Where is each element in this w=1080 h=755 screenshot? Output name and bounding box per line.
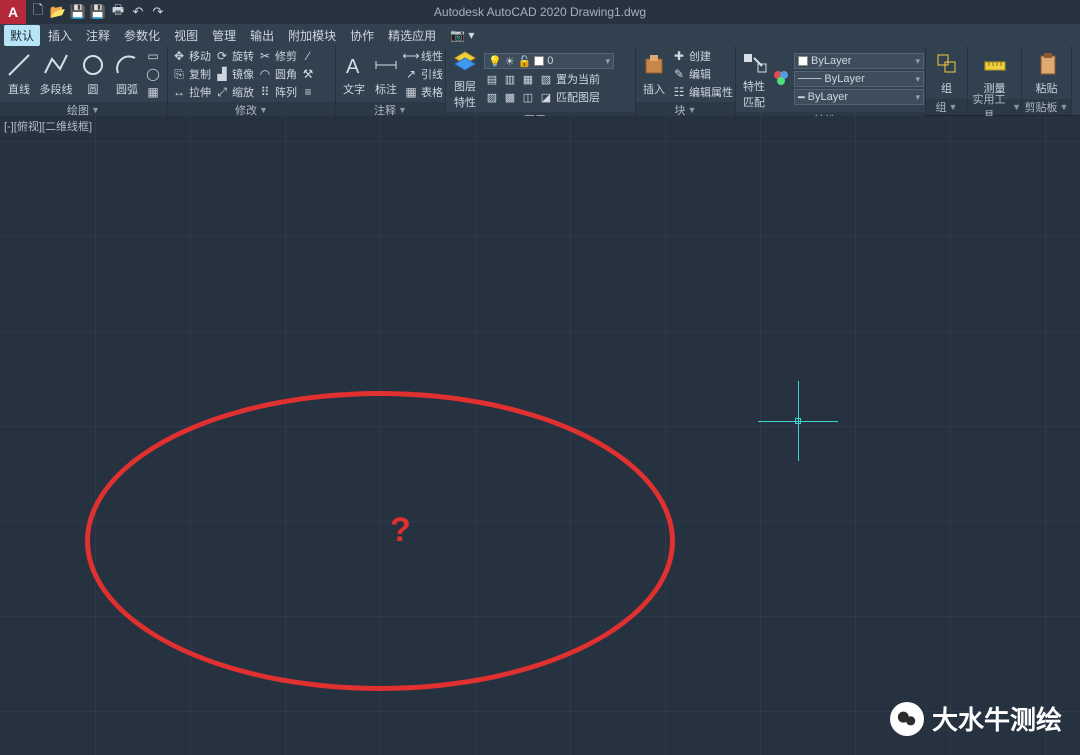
ribbon: 直线 多段线 圆 圆弧 ▭ ◯ ▦ 绘图▼ ✥: [0, 46, 1080, 116]
leader-button[interactable]: ↗引线: [404, 66, 443, 82]
fillet-button[interactable]: ◠圆角: [258, 66, 297, 82]
wechat-icon: [890, 702, 924, 736]
array-button[interactable]: ⠿阵列: [258, 84, 297, 100]
match-layer-button[interactable]: 匹配图层: [556, 89, 600, 105]
bulb-icon: 💡: [488, 55, 502, 68]
paste-button[interactable]: 粘贴: [1032, 50, 1062, 96]
modify-extra-icons: ∕ ⚒ ≡: [301, 48, 315, 100]
layer-icon-1[interactable]: ▤: [484, 71, 500, 87]
copy-button[interactable]: ⎘复制: [172, 66, 211, 82]
layer-name: 0: [547, 55, 553, 67]
polyline-button[interactable]: 多段线: [38, 48, 74, 100]
linetype-dropdown[interactable]: ───ByLayer: [794, 71, 924, 87]
layer-icon-2[interactable]: ▥: [502, 71, 518, 87]
panel-group-title[interactable]: 组▼: [926, 99, 967, 115]
panel-utility: 测量 实用工具▼: [968, 46, 1022, 115]
offset-icon[interactable]: ≡: [301, 84, 315, 100]
annotation-ellipse: [85, 391, 675, 691]
trim-button[interactable]: ✂修剪: [258, 48, 297, 64]
rect-icon[interactable]: ▭: [146, 48, 160, 64]
stretch-button[interactable]: ↔拉伸: [172, 84, 211, 100]
saveas-icon[interactable]: 💾: [90, 4, 106, 20]
annotation-question-mark: ?: [390, 511, 411, 550]
group-button[interactable]: 组: [932, 50, 962, 96]
create-block-button[interactable]: ✚创建: [672, 48, 733, 64]
insert-block-button[interactable]: 插入: [640, 48, 668, 100]
match-props-button[interactable]: 特性 匹配: [740, 48, 768, 110]
line-button[interactable]: 直线: [4, 48, 34, 100]
crosshair-cursor: [758, 381, 838, 461]
layer-icon-3[interactable]: ▦: [520, 71, 536, 87]
undo-icon[interactable]: ↶: [130, 4, 146, 20]
edit-block-button[interactable]: ✎编辑: [672, 66, 733, 82]
tab-addins[interactable]: 附加模块: [282, 25, 342, 46]
measure-button[interactable]: 测量: [980, 50, 1010, 96]
panel-clipboard: 粘贴 剪贴板▼: [1022, 46, 1072, 115]
watermark-text: 大水牛测绘: [932, 700, 1062, 737]
layer-icon-5[interactable]: ▨: [484, 89, 500, 105]
mirror-button[interactable]: ▟镜像: [215, 66, 254, 82]
save-icon[interactable]: 💾: [70, 4, 86, 20]
tab-default[interactable]: 默认: [4, 25, 40, 46]
panel-layers: 图层 特性 💡☀🔓 0 ▤ ▥ ▦ ▧ 置为当前 ▨ ▩: [446, 46, 636, 115]
new-icon[interactable]: 🗋: [30, 4, 46, 20]
text-button[interactable]: A 文字: [340, 48, 368, 100]
title-bar: A 🗋 📂 💾 💾 🖶 ↶ ↷ Autodesk AutoCAD 2020 Dr…: [0, 0, 1080, 24]
color-dropdown[interactable]: ByLayer: [794, 53, 924, 69]
open-icon[interactable]: 📂: [50, 4, 66, 20]
panel-clip-title[interactable]: 剪贴板▼: [1022, 99, 1071, 115]
ribbon-tab-bar: 默认 插入 注释 参数化 视图 管理 输出 附加模块 协作 精选应用 📷 ▾: [0, 24, 1080, 46]
lock-icon: 🔓: [518, 55, 532, 68]
props-palette-button[interactable]: [772, 48, 790, 110]
panel-draw: 直线 多段线 圆 圆弧 ▭ ◯ ▦ 绘图▼: [0, 46, 168, 115]
quick-access-toolbar: 🗋 📂 💾 💾 🖶 ↶ ↷: [30, 4, 166, 20]
move-button[interactable]: ✥移动: [172, 48, 211, 64]
edit-attr-button[interactable]: ☷编辑属性: [672, 84, 733, 100]
tab-camera[interactable]: 📷 ▾: [444, 26, 480, 44]
lineweight-dropdown[interactable]: ━ByLayer: [794, 89, 924, 105]
set-current-button[interactable]: 置为当前: [556, 71, 600, 87]
drawing-viewport[interactable]: [-][俯视][二维线框] /* grid drawn below via lo…: [0, 116, 1080, 755]
tab-manage[interactable]: 管理: [206, 25, 242, 46]
hatch-icon[interactable]: ▦: [146, 84, 160, 100]
watermark: 大水牛测绘: [890, 700, 1062, 737]
panel-group: 组 组▼: [926, 46, 968, 115]
layer-color-swatch: [534, 56, 544, 66]
explode-icon[interactable]: ⚒: [301, 66, 315, 82]
app-logo[interactable]: A: [0, 0, 26, 24]
svg-text:A: A: [346, 56, 360, 78]
panel-annot: A 文字 标注 ⟷线性 ↗引线 ▦表格 注释▼: [336, 46, 446, 115]
panel-block: 插入 ✚创建 ✎编辑 ☷编辑属性 块▼: [636, 46, 736, 115]
tab-annotate[interactable]: 注释: [80, 25, 116, 46]
tab-collab[interactable]: 协作: [344, 25, 380, 46]
layer-props-button[interactable]: 图层 特性: [450, 48, 480, 110]
panel-props: 特性 匹配 ByLayer ───ByLayer ━ByLayer 特性▼: [736, 46, 926, 115]
tab-insert[interactable]: 插入: [42, 25, 78, 46]
layer-icon-8[interactable]: ◪: [538, 89, 554, 105]
redo-icon[interactable]: ↷: [150, 4, 166, 20]
layer-icon-7[interactable]: ◫: [520, 89, 536, 105]
layer-icon-4[interactable]: ▧: [538, 71, 554, 87]
table-button[interactable]: ▦表格: [404, 84, 443, 100]
rotate-button[interactable]: ⟳旋转: [215, 48, 254, 64]
tab-featured[interactable]: 精选应用: [382, 25, 442, 46]
dimension-button[interactable]: 标注: [372, 48, 400, 100]
arc-button[interactable]: 圆弧: [112, 48, 142, 100]
scale-button[interactable]: ⤢缩放: [215, 84, 254, 100]
panel-modify: ✥移动 ⟳旋转 ✂修剪 ⎘复制 ▟镜像 ◠圆角 ↔拉伸 ⤢缩放 ⠿阵列 ∕ ⚒ …: [168, 46, 336, 115]
erase-icon[interactable]: ∕: [301, 48, 315, 64]
circle-button[interactable]: 圆: [78, 48, 108, 100]
layer-dropdown[interactable]: 💡☀🔓 0: [484, 53, 614, 69]
tab-parametric[interactable]: 参数化: [118, 25, 166, 46]
linear-dim-button[interactable]: ⟷线性: [404, 48, 443, 64]
layer-icon-6[interactable]: ▩: [502, 89, 518, 105]
ellipse-icon[interactable]: ◯: [146, 66, 160, 82]
viewport-label[interactable]: [-][俯视][二维线框]: [4, 118, 92, 134]
draw-extra-icons: ▭ ◯ ▦: [146, 48, 160, 100]
panel-utility-title[interactable]: 实用工具▼: [968, 99, 1021, 115]
plot-icon[interactable]: 🖶: [110, 4, 126, 20]
tab-view[interactable]: 视图: [168, 25, 204, 46]
sun-icon: ☀: [505, 55, 515, 68]
tab-output[interactable]: 输出: [244, 25, 280, 46]
